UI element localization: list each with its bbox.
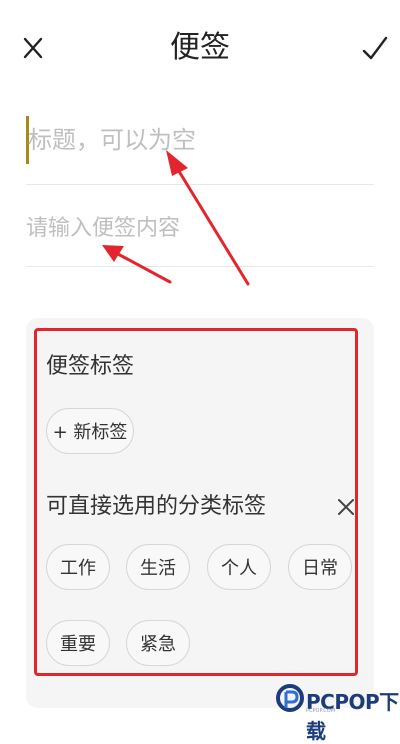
category-tag-chip[interactable]: 个人: [207, 544, 271, 590]
pcpop-logo-icon: [276, 684, 304, 712]
watermark-brand: PCPOP下载: [306, 690, 399, 743]
new-tag-button[interactable]: + 新标签: [46, 408, 134, 454]
category-section-title: 可直接选用的分类标签: [46, 494, 267, 519]
content-input[interactable]: [26, 208, 366, 248]
close-icon: [338, 499, 354, 515]
page-title: 便签: [170, 30, 230, 65]
watermark-sub: PCPOP.COM: [306, 708, 336, 714]
watermark-logo: PCPOP下载 PCPOP.COM: [276, 682, 400, 743]
category-tag-chip[interactable]: 重要: [46, 620, 110, 666]
title-input[interactable]: [28, 120, 368, 160]
clear-categories-button[interactable]: [334, 494, 358, 520]
checkmark-icon: [362, 36, 388, 60]
confirm-button[interactable]: [358, 32, 392, 66]
category-tag-chip[interactable]: 工作: [46, 544, 110, 590]
category-tag-chip[interactable]: 紧急: [126, 620, 190, 666]
category-tag-chip[interactable]: 生活: [126, 544, 190, 590]
content-field[interactable]: [26, 200, 374, 267]
title-field[interactable]: [26, 110, 374, 185]
category-tag-chip[interactable]: 日常: [288, 544, 352, 590]
tag-section-title: 便签标签: [46, 354, 135, 379]
top-bar: 便签: [0, 0, 400, 100]
